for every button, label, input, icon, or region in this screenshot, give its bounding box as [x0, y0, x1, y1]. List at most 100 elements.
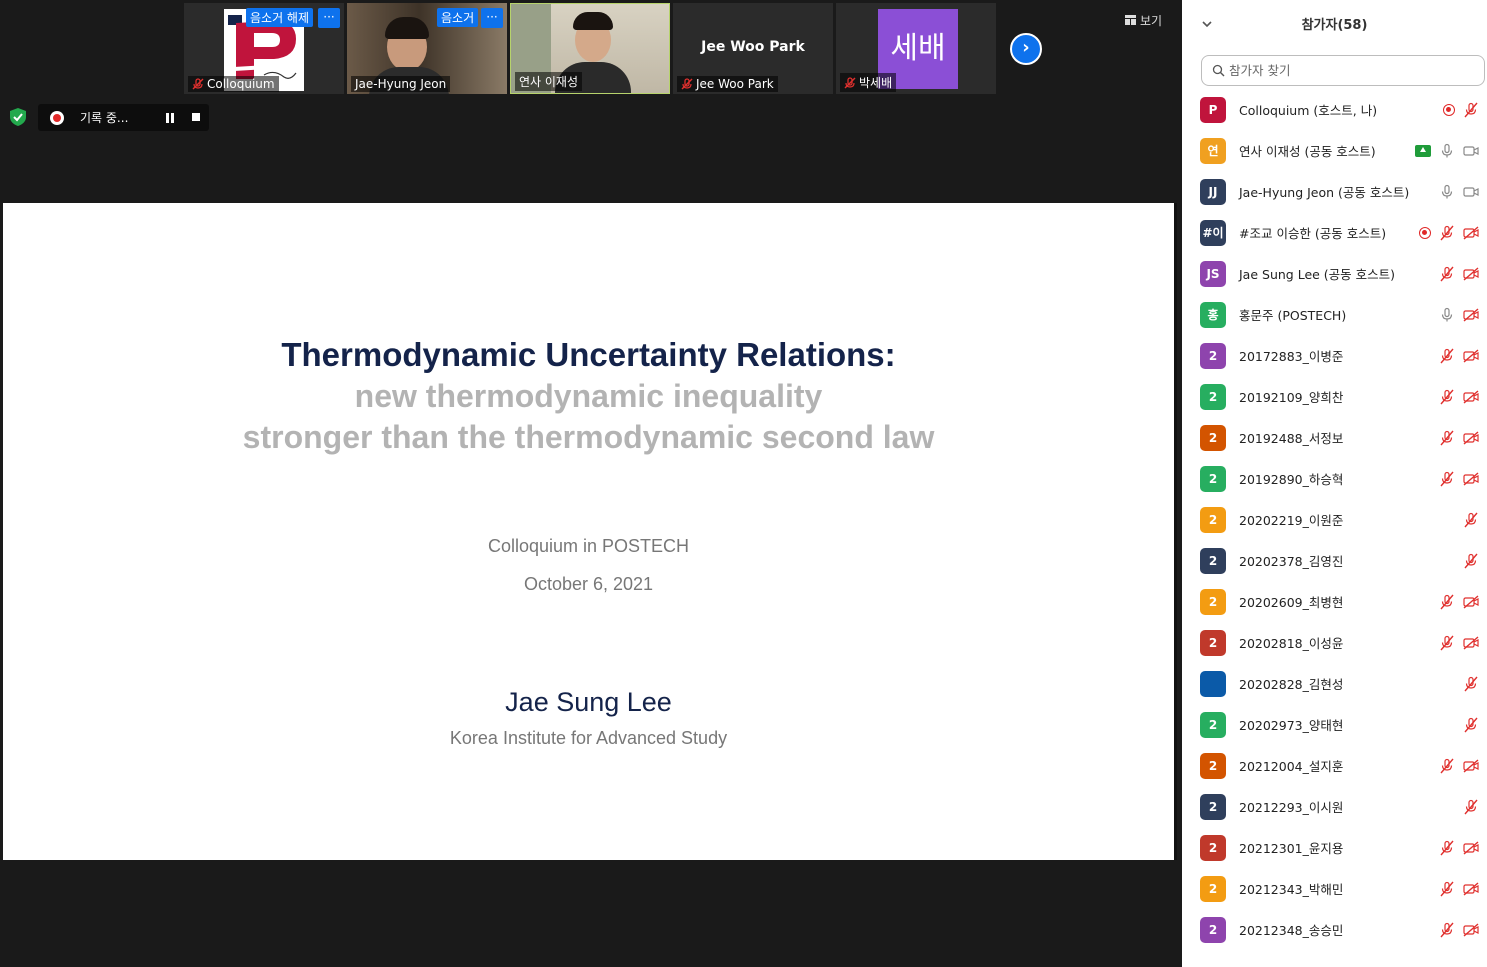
participant-name: 20202378_김영진 — [1239, 554, 1344, 569]
microphone-muted-icon[interactable] — [1439, 389, 1455, 405]
participant-name: Jae-Hyung Jeon (공동 호스트) — [1239, 185, 1410, 200]
participant-row[interactable]: 2 20202609_최병현 — [1182, 581, 1487, 622]
zoom-window: 음소거 해제 ··· Colloquium 음소거 ··· Jae-Hyung … — [0, 0, 1487, 967]
participant-search[interactable] — [1201, 55, 1485, 86]
microphone-muted-icon[interactable] — [1463, 102, 1479, 118]
camera-off-icon[interactable] — [1463, 594, 1479, 610]
mute-button[interactable]: 음소거 — [437, 8, 479, 27]
participant-row[interactable]: 2 20212301_윤지용 — [1182, 827, 1487, 868]
camera-off-icon[interactable] — [1463, 840, 1479, 856]
camera-icon[interactable] — [1463, 184, 1479, 200]
view-button[interactable]: 보기 — [1125, 11, 1162, 29]
participant-row[interactable]: 2 20192890_하승혁 — [1182, 458, 1487, 499]
microphone-muted-icon[interactable] — [1439, 840, 1455, 856]
microphone-muted-icon[interactable] — [1439, 881, 1455, 897]
participant-row[interactable]: 2 20202378_김영진 — [1182, 540, 1487, 581]
camera-off-icon[interactable] — [1463, 266, 1479, 282]
unmute-request-badge[interactable]: 음소거 해제 — [246, 8, 314, 27]
video-tile-jae-hyung-jeon[interactable]: 음소거 ··· Jae-Hyung Jeon — [347, 3, 507, 94]
slide-event: Colloquium in POSTECH — [487, 536, 690, 556]
camera-off-icon[interactable] — [1463, 635, 1479, 651]
participant-row[interactable]: 2 20202818_이성윤 — [1182, 622, 1487, 663]
participant-status-icons — [1463, 799, 1479, 815]
microphone-muted-icon[interactable] — [1439, 758, 1455, 774]
participant-row[interactable]: 2 20202973_양태현 — [1182, 704, 1487, 745]
camera-off-icon[interactable] — [1463, 881, 1479, 897]
search-input[interactable] — [1229, 63, 1469, 78]
participant-avatar: 2 — [1200, 834, 1226, 861]
microphone-muted-icon[interactable] — [1463, 799, 1479, 815]
pause-recording-icon[interactable] — [164, 112, 176, 124]
chevron-right-icon[interactable]: › — [1010, 33, 1042, 65]
microphone-muted-icon[interactable] — [1463, 676, 1479, 692]
camera-off-icon[interactable] — [1463, 348, 1479, 364]
video-tile-colloquium[interactable]: 음소거 해제 ··· Colloquium — [184, 3, 344, 94]
participant-row[interactable]: 20202828_김현성 — [1182, 663, 1487, 704]
participant-row[interactable]: 2 20192109_양희찬 — [1182, 376, 1487, 417]
microphone-muted-icon[interactable] — [1439, 348, 1455, 364]
participant-name: 20212301_윤지용 — [1239, 841, 1344, 856]
camera-off-icon[interactable] — [1463, 225, 1479, 241]
participant-status-icons — [1439, 389, 1479, 405]
microphone-muted-icon[interactable] — [1463, 553, 1479, 569]
participant-name: 20212293_이시원 — [1239, 800, 1344, 815]
participant-name-label: Jee Woo Park — [677, 76, 778, 92]
participant-row[interactable]: 연 연사 이재성 (공동 호스트) — [1182, 130, 1487, 171]
participant-status-icons — [1439, 881, 1479, 897]
camera-off-icon[interactable] — [1463, 922, 1479, 938]
participant-row[interactable]: 2 20202219_이원준 — [1182, 499, 1487, 540]
microphone-muted-icon[interactable] — [1439, 922, 1455, 938]
participant-avatar: 2 — [1200, 424, 1226, 451]
participant-name: 20202973_양태현 — [1239, 718, 1344, 733]
participant-row[interactable]: 2 20192488_서정보 — [1182, 417, 1487, 458]
screen-share-icon[interactable] — [1415, 144, 1431, 157]
participant-name: 20192488_서정보 — [1239, 431, 1344, 446]
participant-name: 홍문주 (POSTECH) — [1239, 308, 1347, 323]
microphone-muted-icon[interactable] — [1463, 717, 1479, 733]
microphone-muted-icon[interactable] — [1439, 471, 1455, 487]
microphone-muted-icon[interactable] — [1439, 225, 1455, 241]
participant-row[interactable]: JS Jae Sung Lee (공동 호스트) — [1182, 253, 1487, 294]
camera-off-icon[interactable] — [1463, 430, 1479, 446]
slide-subtitle: stronger than the thermodynamic second l… — [242, 419, 935, 455]
microphone-icon[interactable] — [1439, 184, 1455, 200]
camera-off-icon[interactable] — [1463, 389, 1479, 405]
microphone-muted-icon[interactable] — [1439, 430, 1455, 446]
participant-row[interactable]: 2 20212004_설지훈 — [1182, 745, 1487, 786]
microphone-muted-icon[interactable] — [1463, 512, 1479, 528]
security-shield-icon[interactable] — [8, 107, 28, 127]
participant-status-icons — [1439, 840, 1479, 856]
participant-row[interactable]: 2 20212348_송승민 — [1182, 909, 1487, 950]
more-options-button[interactable]: ··· — [318, 8, 340, 28]
participant-row[interactable]: #이 #조교 이승한 (공동 호스트) — [1182, 212, 1487, 253]
panel-title: 참가자(58) — [1301, 18, 1368, 33]
camera-off-icon[interactable] — [1463, 758, 1479, 774]
participant-row[interactable]: P Colloquium (호스트, 나) — [1182, 89, 1487, 130]
microphone-icon[interactable] — [1439, 143, 1455, 159]
participant-status-icons — [1463, 512, 1479, 528]
recording-icon[interactable] — [1443, 103, 1455, 116]
stop-recording-icon[interactable] — [192, 113, 200, 121]
microphone-muted-icon[interactable] — [1439, 266, 1455, 282]
mic-muted-icon — [844, 76, 856, 88]
video-tile-jee-woo-park[interactable]: Jee Woo Park Jee Woo Park — [673, 3, 833, 94]
participant-name: 20202818_이성윤 — [1239, 636, 1344, 651]
microphone-icon[interactable] — [1439, 307, 1455, 323]
video-tile-speaker[interactable]: 연사 이재성 — [510, 3, 670, 94]
participant-row[interactable]: 2 20172883_이병준 — [1182, 335, 1487, 376]
participant-avatar: P — [1200, 96, 1226, 123]
participant-status-icons — [1439, 758, 1479, 774]
slide-date: October 6, 2021 — [523, 574, 654, 594]
camera-off-icon[interactable] — [1463, 307, 1479, 323]
participant-row[interactable]: 2 20212343_박해민 — [1182, 868, 1487, 909]
camera-icon[interactable] — [1463, 143, 1479, 159]
participant-row[interactable]: JJ Jae-Hyung Jeon (공동 호스트) — [1182, 171, 1487, 212]
recording-icon[interactable] — [1419, 226, 1431, 239]
microphone-muted-icon[interactable] — [1439, 635, 1455, 651]
participant-row[interactable]: 홍 홍문주 (POSTECH) — [1182, 294, 1487, 335]
video-tile-park-sebae[interactable]: 세배 박세배 — [836, 3, 996, 94]
participant-row[interactable]: 2 20212293_이시원 — [1182, 786, 1487, 827]
microphone-muted-icon[interactable] — [1439, 594, 1455, 610]
camera-off-icon[interactable] — [1463, 471, 1479, 487]
more-options-button[interactable]: ··· — [481, 8, 503, 28]
